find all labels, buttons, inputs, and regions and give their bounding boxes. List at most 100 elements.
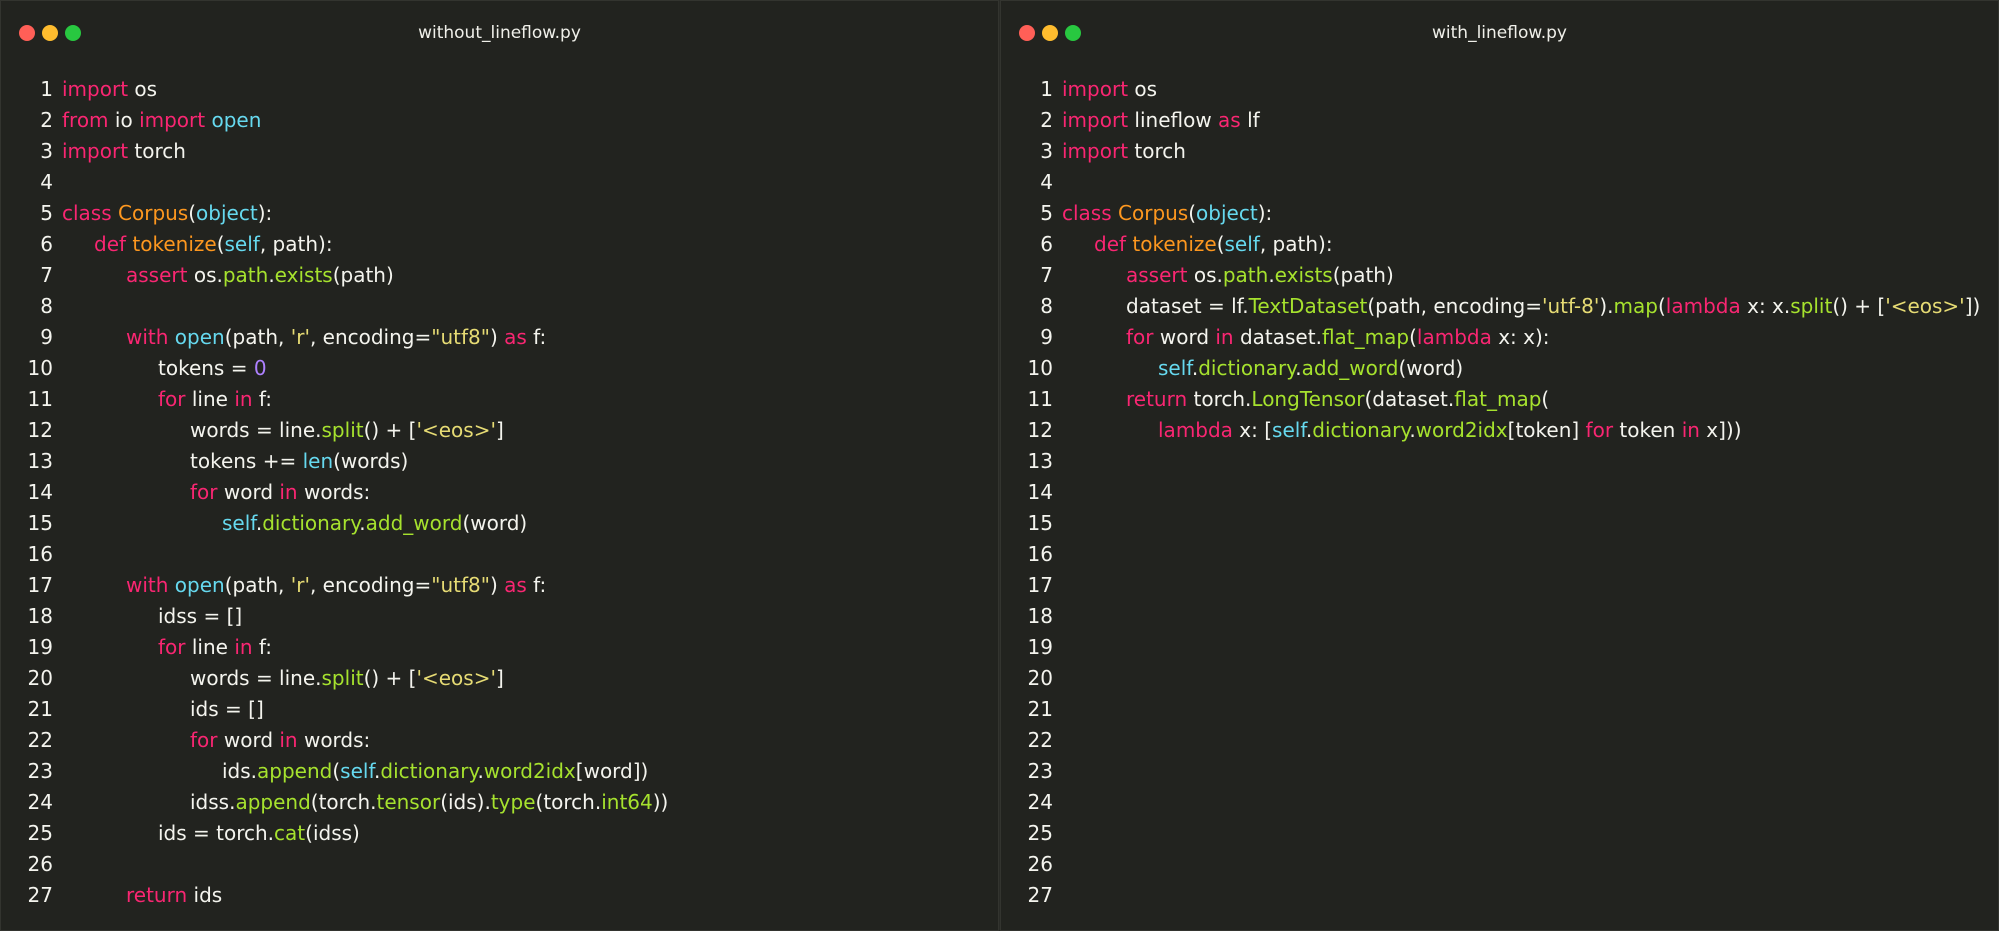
code-token: in: [1215, 325, 1234, 349]
line-number: 20: [1027, 666, 1053, 690]
code-token: append: [257, 759, 333, 783]
code-token: 'r': [290, 325, 310, 349]
code-token: tokens +=: [190, 449, 303, 473]
code-token: ).: [1599, 294, 1614, 318]
line-number: 3: [1040, 139, 1053, 163]
code-token: exists: [1274, 263, 1333, 287]
code-line: 1 import os: [1001, 74, 1998, 105]
code-token: , encoding=: [309, 573, 432, 597]
code-token: ): [489, 573, 505, 597]
code-token: import: [62, 139, 129, 163]
code-token: ]: [495, 418, 504, 442]
code-token: torch: [128, 139, 186, 163]
code-line: 5 class Corpus(object):: [1, 198, 998, 229]
code-text: for word in dataset.flat_map(lambda x: x…: [1126, 325, 1550, 349]
code-line: 8 dataset = lf.TextDataset(path, encoding…: [1001, 291, 1998, 322]
code-token: ids.: [222, 759, 258, 783]
code-token: with: [126, 573, 169, 597]
code-token: assert: [126, 263, 188, 287]
code-token: for: [158, 635, 186, 659]
code-token: as: [504, 325, 527, 349]
code-token: , path):: [1259, 232, 1333, 256]
code-line: 22 for word in words:: [1, 725, 998, 756]
code-text: import os: [1062, 77, 1157, 101]
code-token: x])): [1699, 418, 1742, 442]
code-token: '<eos>': [1885, 294, 1965, 318]
code-token: exists: [274, 263, 333, 287]
code-token: in: [234, 387, 253, 411]
code-token: ids: [187, 883, 223, 907]
code-line: 16: [1, 539, 998, 570]
code-token: as: [1218, 108, 1241, 132]
code-token: [token]: [1507, 418, 1586, 442]
code-token: LongTensor: [1251, 387, 1365, 411]
code-token: f:: [252, 387, 272, 411]
code-line: 9 with open(path, 'r', encoding="utf8") a…: [1, 322, 998, 353]
code-token: (: [1216, 232, 1225, 256]
code-text: idss.append(torch.tensor(ids).type(torch…: [190, 790, 668, 814]
line-number: 25: [27, 821, 53, 845]
desktop: without_lineflow.py 1 import os 2 from io i…: [0, 0, 1999, 931]
code-text: def tokenize(self, path):: [94, 232, 333, 256]
line-number: 14: [27, 480, 53, 504]
line-number: 20: [27, 666, 53, 690]
code-line: 15 self.dictionary.add_word(word): [1, 508, 998, 539]
code-token: tokenize: [126, 232, 217, 256]
code-line: 19 for line in f:: [1, 632, 998, 663]
code-token: self: [1272, 418, 1306, 442]
window-title: without_lineflow.py: [418, 23, 581, 43]
code-line: 10 self.dictionary.add_word(word): [1001, 353, 1998, 384]
line-number: 26: [1027, 852, 1053, 876]
code-token: split: [1790, 294, 1833, 318]
code-line: 26: [1001, 849, 1998, 880]
code-line: 17: [1001, 570, 1998, 601]
code-text: self.dictionary.add_word(word): [1158, 356, 1463, 380]
code-token: ]: [495, 666, 504, 690]
code-token: idss.: [190, 790, 236, 814]
code-editor[interactable]: 1 import os 2 from io import open 3 import to…: [1, 74, 998, 911]
code-token: idss = []: [158, 604, 243, 628]
code-token: (words): [333, 449, 409, 473]
code-line: 18 idss = []: [1, 601, 998, 632]
code-token: path: [1222, 263, 1269, 287]
code-text: def tokenize(self, path):: [1094, 232, 1333, 256]
line-number: 10: [27, 356, 53, 380]
code-token: ):: [1257, 201, 1273, 225]
code-token: (word): [462, 511, 528, 535]
line-number: 5: [1040, 201, 1053, 225]
code-token: dictionary: [262, 511, 360, 535]
code-token: torch: [1128, 139, 1186, 163]
code-token: (: [216, 232, 225, 256]
code-line: 11 for line in f:: [1, 384, 998, 415]
line-number: 12: [1027, 418, 1053, 442]
code-token: tokenize: [1126, 232, 1217, 256]
code-token: [word]): [575, 759, 649, 783]
code-text: import torch: [62, 139, 186, 163]
code-token: word2idx: [483, 759, 576, 783]
code-text: lambda x: [self.dictionary.word2idx[toke…: [1158, 418, 1742, 442]
line-number: 18: [1027, 604, 1053, 628]
line-number: 8: [40, 294, 53, 318]
code-token: in: [279, 728, 298, 752]
code-token: ): [489, 325, 505, 349]
code-token: words = line.: [190, 666, 322, 690]
code-editor[interactable]: 1 import os 2 import lineflow as lf 3 import …: [1001, 74, 1998, 911]
window-titlebar: with_lineflow.py: [1001, 1, 1998, 67]
line-number: 22: [1027, 728, 1053, 752]
code-text: ids = []: [190, 697, 264, 721]
code-text: tokens = 0: [158, 356, 267, 380]
code-line: 3 import torch: [1, 136, 998, 167]
code-token: dictionary: [380, 759, 478, 783]
code-token: token: [1613, 418, 1682, 442]
window-title: with_lineflow.py: [1432, 23, 1567, 43]
line-number: 10: [1027, 356, 1053, 380]
line-number: 19: [1027, 635, 1053, 659]
code-token: words = line.: [190, 418, 322, 442]
code-line: 11 return torch.LongTensor(dataset.flat_m…: [1001, 384, 1998, 415]
code-token: os.: [1187, 263, 1223, 287]
code-token: (torch.: [535, 790, 602, 814]
code-token: "utf8": [431, 573, 490, 597]
code-line: 24: [1001, 787, 1998, 818]
code-line: 15: [1001, 508, 1998, 539]
code-line: 20: [1001, 663, 1998, 694]
